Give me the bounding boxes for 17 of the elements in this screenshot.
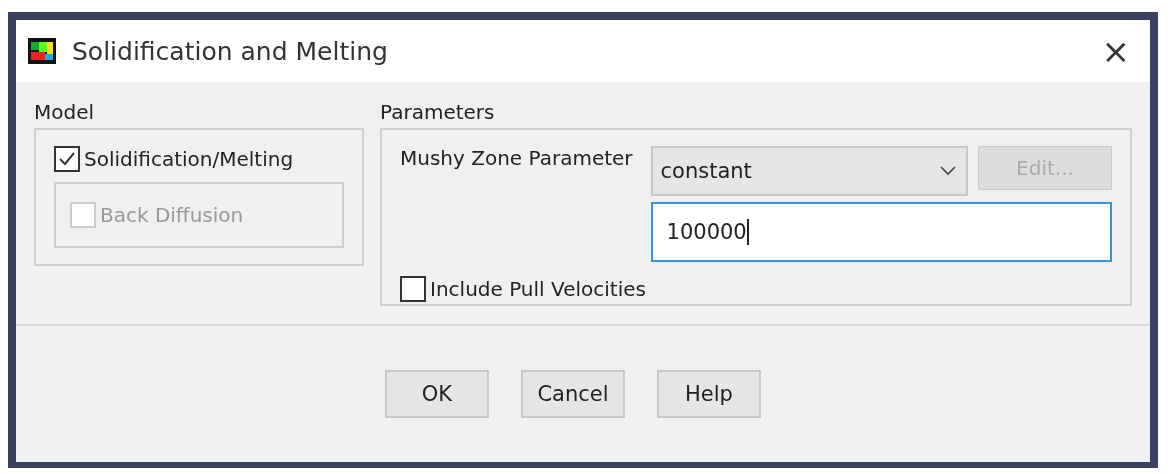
group-label: Model	[34, 100, 96, 124]
dialog-button[interactable]: Help	[657, 370, 761, 418]
method-dropdown[interactable]: constant	[650, 146, 968, 196]
window-title: Solidification and Melting	[72, 36, 389, 66]
group-label: Parameters	[380, 100, 496, 124]
value-field[interactable]: 100000	[650, 202, 1112, 262]
checkbox[interactable]	[400, 276, 426, 302]
checkbox[interactable]	[54, 146, 80, 172]
checkbox-label: Solidification/Melting	[84, 147, 294, 171]
dialog-button[interactable]: Cancel	[521, 370, 625, 418]
close-button[interactable]: ×	[1093, 34, 1138, 68]
checkbox-label: Back Diffusion	[100, 203, 244, 227]
chevron-down-icon	[940, 166, 956, 176]
dialog-button[interactable]: OK	[385, 370, 489, 418]
checkbox-label: Include Pull Velocities	[430, 277, 646, 301]
field-label: Mushy Zone Parameter	[400, 146, 633, 172]
app-icon	[28, 38, 56, 64]
